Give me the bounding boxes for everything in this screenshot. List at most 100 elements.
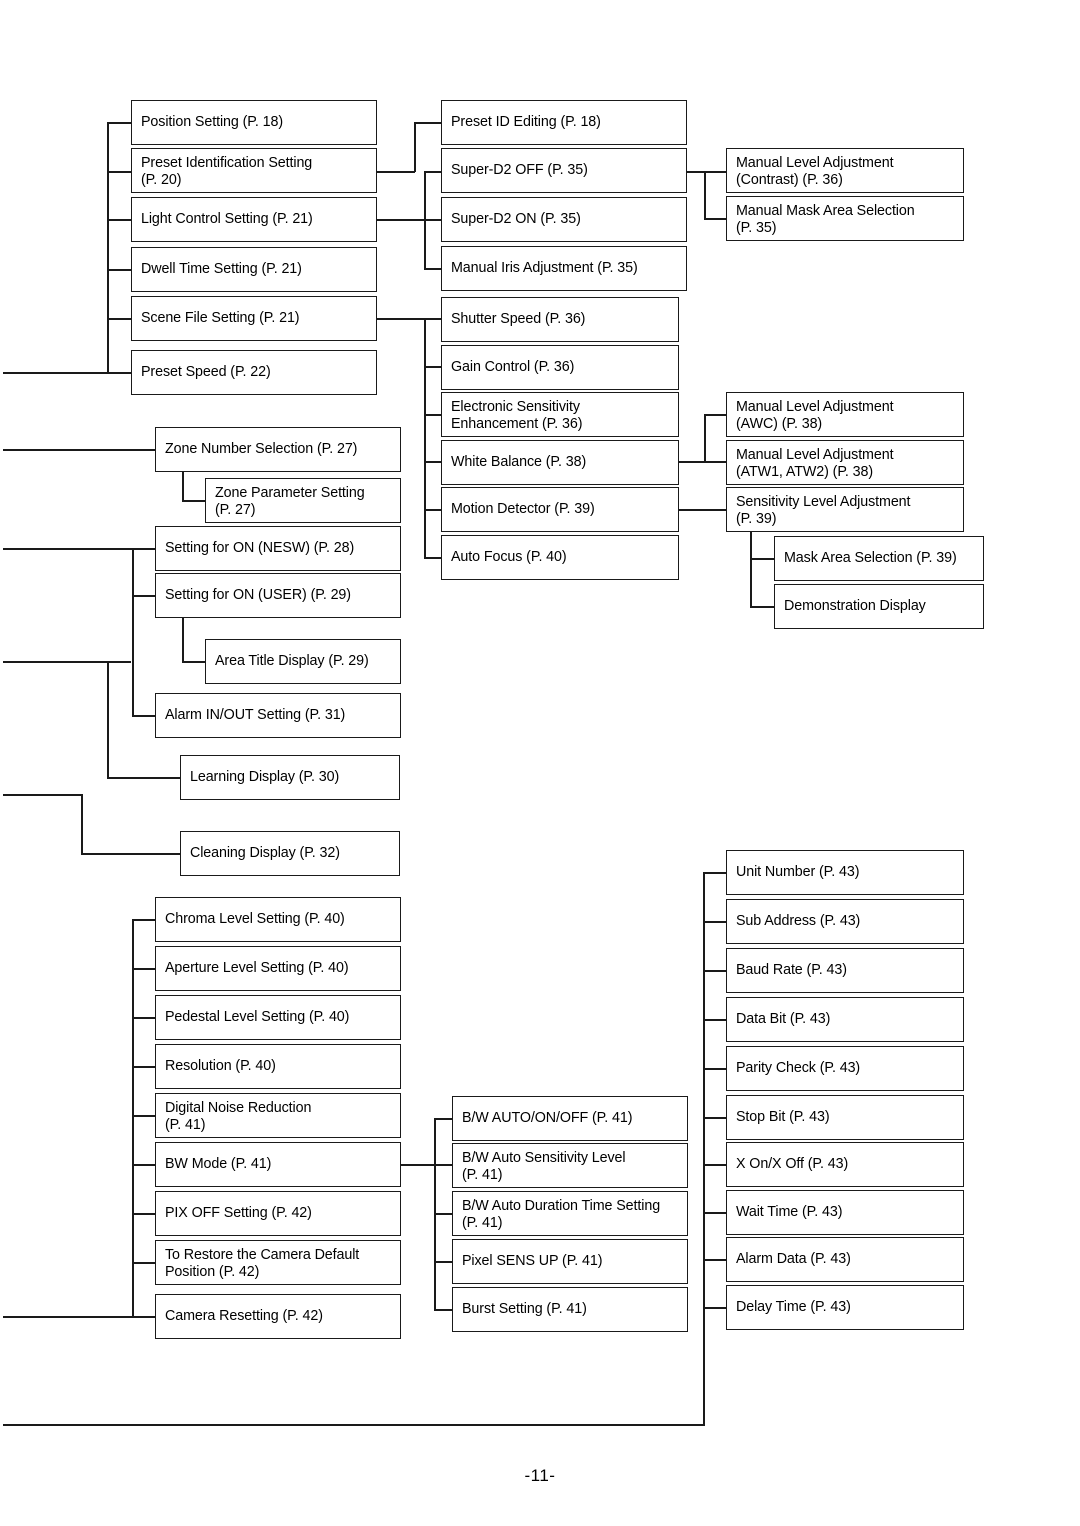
connector-presetid-h-from-box bbox=[377, 171, 415, 173]
node-electronic-sensitivity-enhancement[interactable]: Electronic Sensitivity Enhancement (P. 3… bbox=[441, 392, 679, 437]
connector-comm-stub-5 bbox=[703, 1068, 727, 1070]
node-aperture-level-setting[interactable]: Aperture Level Setting (P. 40) bbox=[155, 946, 401, 991]
node-bw-auto-on-off[interactable]: B/W AUTO/ON/OFF (P. 41) bbox=[452, 1096, 688, 1141]
connector-cam-stub-ese bbox=[424, 414, 442, 416]
node-demonstration-display[interactable]: Demonstration Display bbox=[774, 584, 984, 629]
node-setting-for-on-nesw[interactable]: Setting for ON (NESW) (P. 28) bbox=[155, 526, 401, 571]
node-setting-for-on-user[interactable]: Setting for ON (USER) (P. 29) bbox=[155, 573, 401, 618]
node-wait-time[interactable]: Wait Time (P. 43) bbox=[726, 1190, 964, 1235]
node-delay-time[interactable]: Delay Time (P. 43) bbox=[726, 1285, 964, 1330]
connector-preset-trunk-v bbox=[107, 122, 109, 373]
node-super-d2-on[interactable]: Super-D2 ON (P. 35) bbox=[441, 197, 687, 242]
connector-contrast-stub-1 bbox=[704, 171, 728, 173]
node-super-d2-off[interactable]: Super-D2 OFF (P. 35) bbox=[441, 148, 687, 193]
node-sensitivity-level-adjustment[interactable]: Sensitivity Level Adjustment (P. 39) bbox=[726, 487, 964, 532]
node-alarm-data[interactable]: Alarm Data (P. 43) bbox=[726, 1237, 964, 1282]
node-camera-resetting[interactable]: Camera Resetting (P. 42) bbox=[155, 1294, 401, 1339]
connector-cleaning-h bbox=[81, 853, 182, 855]
node-digital-noise-reduction[interactable]: Digital Noise Reduction (P. 41) bbox=[155, 1093, 401, 1138]
connector-cleaning-root-h bbox=[3, 794, 83, 796]
node-gain-control[interactable]: Gain Control (P. 36) bbox=[441, 345, 679, 390]
connector-comm-stub-2 bbox=[703, 921, 727, 923]
node-manual-mask-area-selection[interactable]: Manual Mask Area Selection (P. 35) bbox=[726, 196, 964, 241]
connector-camsetup-stub-1 bbox=[132, 919, 157, 921]
node-bw-mode[interactable]: BW Mode (P. 41) bbox=[155, 1142, 401, 1187]
node-chroma-level-setting[interactable]: Chroma Level Setting (P. 40) bbox=[155, 897, 401, 942]
node-manual-level-adjustment-awc[interactable]: Manual Level Adjustment (AWC) (P. 38) bbox=[726, 392, 964, 437]
node-burst-setting[interactable]: Burst Setting (P. 41) bbox=[452, 1287, 688, 1332]
node-to-restore-camera-default-position[interactable]: To Restore the Camera Default Position (… bbox=[155, 1240, 401, 1285]
connector-comm-stub-8 bbox=[703, 1212, 727, 1214]
connector-cam-v bbox=[424, 318, 426, 558]
diagram-page: Position Setting (P. 18) Preset Identific… bbox=[0, 0, 1080, 1526]
node-zone-number-selection[interactable]: Zone Number Selection (P. 27) bbox=[155, 427, 401, 472]
node-mask-area-selection[interactable]: Mask Area Selection (P. 39) bbox=[774, 536, 984, 581]
node-area-title-display[interactable]: Area Title Display (P. 29) bbox=[205, 639, 401, 684]
connector-sens-stub-demo bbox=[750, 606, 776, 608]
node-position-setting[interactable]: Position Setting (P. 18) bbox=[131, 100, 377, 145]
connector-setting-on-stub-nesw bbox=[132, 548, 157, 550]
connector-camsetup-stub-8 bbox=[132, 1262, 157, 1264]
connector-sens-stub-mask bbox=[750, 558, 776, 560]
connector-preset-root-h bbox=[3, 372, 108, 374]
node-light-control-setting[interactable]: Light Control Setting (P. 21) bbox=[131, 197, 377, 242]
connector-cam-stub-md bbox=[424, 509, 442, 511]
node-resolution[interactable]: Resolution (P. 40) bbox=[155, 1044, 401, 1089]
connector-cam-stub-af bbox=[424, 557, 442, 559]
connector-areatitle-h bbox=[182, 661, 207, 663]
connector-presetid-v bbox=[414, 122, 416, 172]
node-preset-speed[interactable]: Preset Speed (P. 22) bbox=[131, 350, 377, 395]
node-manual-level-adjustment-atw[interactable]: Manual Level Adjustment (ATW1, ATW2) (P.… bbox=[726, 440, 964, 485]
connector-zone-root-h bbox=[3, 449, 157, 451]
connector-cam-stub-wb bbox=[424, 461, 442, 463]
node-preset-id-editing[interactable]: Preset ID Editing (P. 18) bbox=[441, 100, 687, 145]
node-data-bit[interactable]: Data Bit (P. 43) bbox=[726, 997, 964, 1042]
connector-comm-stub-9 bbox=[703, 1259, 727, 1261]
connector-comm-stub-4 bbox=[703, 1019, 727, 1021]
connector-bw-stub-3 bbox=[434, 1213, 453, 1215]
node-pix-off-setting[interactable]: PIX OFF Setting (P. 42) bbox=[155, 1191, 401, 1236]
connector-md-h-to-sens bbox=[679, 509, 728, 511]
node-cleaning-display[interactable]: Cleaning Display (P. 32) bbox=[180, 831, 400, 876]
node-zone-parameter-setting[interactable]: Zone Parameter Setting (P. 27) bbox=[205, 478, 401, 523]
connector-zoneparam-h bbox=[182, 500, 207, 502]
node-bw-auto-duration-time-setting[interactable]: B/W Auto Duration Time Setting (P. 41) bbox=[452, 1191, 688, 1236]
connector-comm-stub-7 bbox=[703, 1164, 727, 1166]
node-shutter-speed[interactable]: Shutter Speed (P. 36) bbox=[441, 297, 679, 342]
connector-camsetup-stub-7 bbox=[132, 1213, 157, 1215]
node-x-on-x-off[interactable]: X On/X Off (P. 43) bbox=[726, 1142, 964, 1187]
node-parity-check[interactable]: Parity Check (P. 43) bbox=[726, 1046, 964, 1091]
node-bw-auto-sensitivity-level[interactable]: B/W Auto Sensitivity Level (P. 41) bbox=[452, 1143, 688, 1188]
node-pixel-sens-up[interactable]: Pixel SENS UP (P. 41) bbox=[452, 1239, 688, 1284]
node-learning-display[interactable]: Learning Display (P. 30) bbox=[180, 755, 400, 800]
connector-camsetup-stub-9 bbox=[132, 1316, 157, 1318]
node-baud-rate[interactable]: Baud Rate (P. 43) bbox=[726, 948, 964, 993]
node-auto-focus[interactable]: Auto Focus (P. 40) bbox=[441, 535, 679, 580]
node-preset-identification-setting[interactable]: Preset Identification Setting (P. 20) bbox=[131, 148, 377, 193]
connector-camsetup-stub-5 bbox=[132, 1115, 157, 1117]
node-manual-iris-adjustment[interactable]: Manual Iris Adjustment (P. 35) bbox=[441, 246, 687, 291]
connector-comm-stub-10 bbox=[703, 1307, 727, 1309]
node-scene-file-setting[interactable]: Scene File Setting (P. 21) bbox=[131, 296, 377, 341]
node-alarm-in-out-setting[interactable]: Alarm IN/OUT Setting (P. 31) bbox=[155, 693, 401, 738]
node-pedestal-level-setting[interactable]: Pedestal Level Setting (P. 40) bbox=[155, 995, 401, 1040]
connector-superd2-h-from-light bbox=[377, 219, 425, 221]
connector-cleaning-v bbox=[81, 794, 83, 853]
connector-bw-stub-2 bbox=[434, 1164, 453, 1166]
connector-wb-v bbox=[704, 414, 706, 462]
connector-comm-root-h bbox=[3, 1424, 705, 1426]
connector-contrast-stub-2 bbox=[704, 218, 728, 220]
connector-preset-stub-2 bbox=[107, 171, 132, 173]
node-manual-level-adjustment-contrast[interactable]: Manual Level Adjustment (Contrast) (P. 3… bbox=[726, 148, 964, 193]
connector-preset-stub-3 bbox=[107, 219, 132, 221]
connector-setting-on-v bbox=[132, 548, 134, 596]
node-dwell-time-setting[interactable]: Dwell Time Setting (P. 21) bbox=[131, 247, 377, 292]
node-motion-detector[interactable]: Motion Detector (P. 39) bbox=[441, 487, 679, 532]
connector-sens-v bbox=[750, 532, 752, 608]
node-sub-address[interactable]: Sub Address (P. 43) bbox=[726, 899, 964, 944]
node-unit-number[interactable]: Unit Number (P. 43) bbox=[726, 850, 964, 895]
connector-alarm-v bbox=[132, 595, 134, 716]
node-stop-bit[interactable]: Stop Bit (P. 43) bbox=[726, 1095, 964, 1140]
node-white-balance[interactable]: White Balance (P. 38) bbox=[441, 440, 679, 485]
connector-cam-stub-shutter bbox=[424, 318, 442, 320]
